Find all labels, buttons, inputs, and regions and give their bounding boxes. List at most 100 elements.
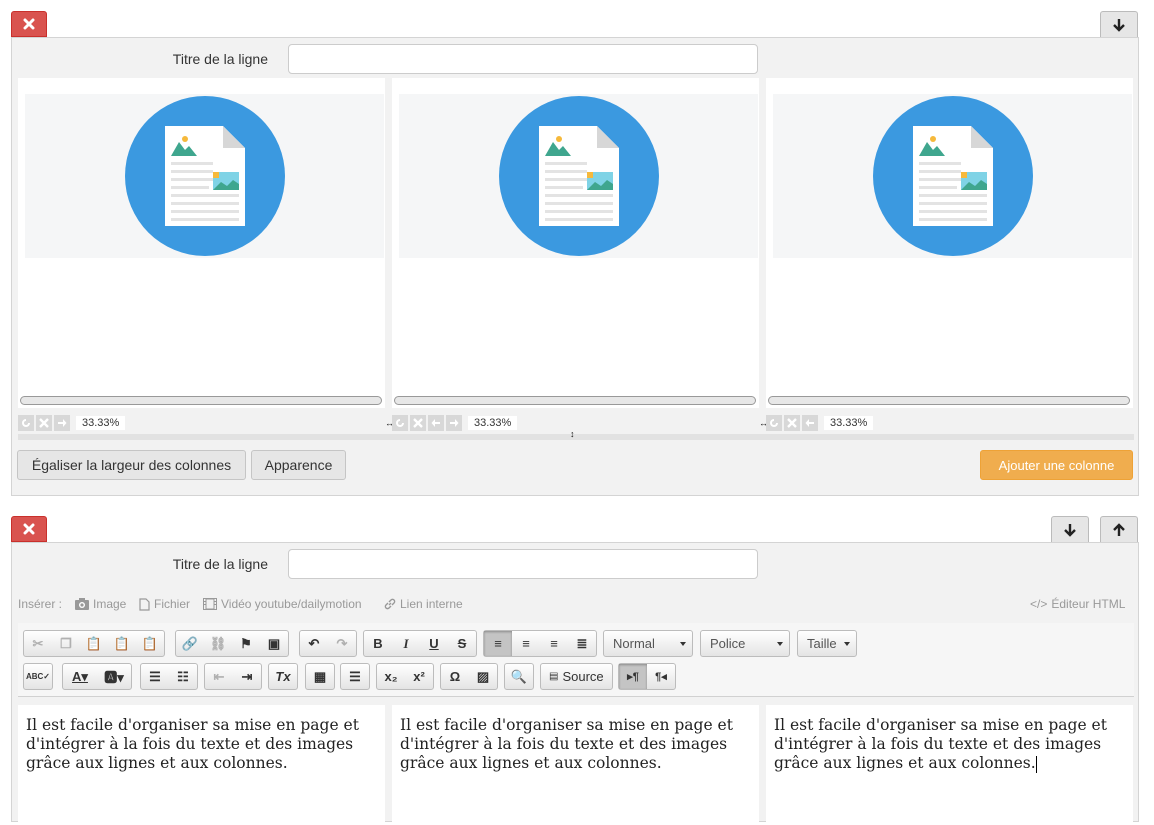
undo-icon[interactable]: ↶	[300, 631, 328, 656]
preview-icon[interactable]: 🔍	[505, 664, 533, 689]
row2-column-1[interactable]: Il est facile d'organiser sa mise en pag…	[18, 705, 385, 825]
anchor-flag-icon[interactable]: ⚑	[232, 631, 260, 656]
bold-icon[interactable]: B	[364, 631, 392, 656]
size-dropdown[interactable]: Taille	[797, 630, 857, 657]
size-value: Taille	[807, 636, 837, 651]
link-group: 🔗 ⛓ ⚑ ▣	[175, 630, 289, 657]
row1-column-3[interactable]	[766, 78, 1133, 408]
row1-column-2[interactable]	[392, 78, 759, 408]
numbered-list-icon[interactable]: ☷	[169, 664, 197, 689]
image-icon[interactable]: ▣	[260, 631, 288, 656]
column-text[interactable]: Il est facile d'organiser sa mise en pag…	[774, 716, 1107, 772]
column-text[interactable]: Il est facile d'organiser sa mise en pag…	[400, 716, 733, 772]
omega-icon[interactable]: Ω	[441, 664, 469, 689]
html-editor-link[interactable]: </> Éditeur HTML	[1030, 597, 1125, 611]
italic-icon[interactable]: I	[392, 631, 420, 656]
row2-move-down-button[interactable]	[1051, 516, 1089, 542]
insert-internal-link[interactable]: Lien interne	[384, 597, 463, 611]
align-center-icon[interactable]: ≡	[512, 631, 540, 656]
move-left-icon[interactable]	[428, 415, 444, 431]
strikethrough-icon[interactable]: S	[448, 631, 476, 656]
code-icon: </>	[1030, 597, 1048, 611]
insert-video-label: Vidéo youtube/dailymotion	[221, 597, 362, 611]
move-right-icon[interactable]	[446, 415, 462, 431]
insert-file-label: Fichier	[154, 597, 191, 611]
bulleted-list-icon[interactable]: ☰	[141, 664, 169, 689]
ltr-icon[interactable]: ▸¶	[619, 664, 647, 689]
paste-icon[interactable]: 📋	[80, 631, 108, 656]
remove-column-icon[interactable]	[36, 415, 52, 431]
chevron-down-icon	[777, 641, 783, 646]
source-button[interactable]: ▤ Source	[540, 663, 613, 690]
insert-file-link[interactable]: Fichier	[139, 597, 190, 611]
image-placeholder[interactable]	[399, 94, 758, 258]
column-scrollbar[interactable]	[394, 396, 756, 405]
justify-icon[interactable]: ≣	[568, 631, 596, 656]
column-scrollbar[interactable]	[20, 396, 382, 405]
font-value: Police	[710, 636, 746, 651]
align-left-icon[interactable]: ≡	[484, 631, 512, 656]
clear-format-group: Tx	[268, 663, 298, 690]
paste-word-icon[interactable]: 📋	[136, 631, 164, 656]
hr-group: ☰	[340, 663, 370, 690]
html-editor-label: Éditeur HTML	[1051, 597, 1126, 611]
row-resize-icon[interactable]: ↕	[570, 429, 575, 439]
align-right-icon[interactable]: ≡	[540, 631, 568, 656]
row2-column-3[interactable]: Il est facile d'organiser sa mise en pag…	[766, 705, 1133, 825]
rtl-icon[interactable]: ¶◂	[647, 664, 675, 689]
format-dropdown[interactable]: Normal	[603, 630, 693, 657]
outdent-icon[interactable]: ⇤	[205, 664, 233, 689]
horizontal-rule-icon[interactable]: ☰	[341, 664, 369, 689]
document-image-icon	[498, 96, 659, 256]
document-image-icon	[124, 96, 285, 256]
spellcheck-icon[interactable]: ABC✓	[24, 664, 52, 689]
remove-column-icon[interactable]	[784, 415, 800, 431]
indent-icon[interactable]: ⇥	[233, 664, 261, 689]
paste-text-icon[interactable]: 📋	[108, 631, 136, 656]
clear-format-icon[interactable]: Tx	[269, 664, 297, 689]
row1-title-input[interactable]	[288, 44, 758, 74]
image-placeholder[interactable]	[25, 94, 384, 258]
remove-column-icon[interactable]	[410, 415, 426, 431]
bg-color-icon[interactable]: 🅰▾	[97, 664, 131, 689]
column-text[interactable]: Il est facile d'organiser sa mise en pag…	[26, 716, 359, 772]
copy-icon[interactable]: ❐	[52, 631, 80, 656]
appearance-button[interactable]: Apparence	[251, 450, 346, 480]
reset-icon[interactable]	[766, 415, 782, 431]
reset-icon[interactable]	[392, 415, 408, 431]
row2-title-input[interactable]	[288, 549, 758, 579]
row1-delete-button[interactable]	[11, 11, 47, 37]
row1-block: Titre de la ligne 33.33% ↔ 33.33% ↔ 33.3…	[11, 37, 1139, 496]
direction-group: ▸¶ ¶◂	[618, 663, 676, 690]
font-dropdown[interactable]: Police	[700, 630, 790, 657]
cut-icon[interactable]: ✂	[24, 631, 52, 656]
row-height-handle[interactable]	[18, 434, 1134, 440]
insert-video-link[interactable]: Vidéo youtube/dailymotion	[203, 597, 362, 611]
row2-column-2[interactable]: Il est facile d'organiser sa mise en pag…	[392, 705, 759, 825]
row1-move-down-button[interactable]	[1100, 11, 1138, 37]
iframe-icon[interactable]: ▨	[469, 664, 497, 689]
color-group: A▾ 🅰▾	[62, 663, 132, 690]
superscript-icon[interactable]: x²	[405, 664, 433, 689]
column-scrollbar[interactable]	[768, 396, 1130, 405]
unlink-icon[interactable]: ⛓	[204, 631, 232, 656]
align-group: ≡ ≡ ≡ ≣	[483, 630, 597, 657]
equalize-columns-button[interactable]: Égaliser la largeur des colonnes	[17, 450, 246, 480]
redo-icon[interactable]: ↷	[328, 631, 356, 656]
reset-icon[interactable]	[18, 415, 34, 431]
row1-column-1[interactable]	[18, 78, 385, 408]
add-column-button[interactable]: Ajouter une colonne	[980, 450, 1133, 480]
image-placeholder[interactable]	[773, 94, 1132, 258]
insert-image-link[interactable]: Image	[75, 597, 126, 611]
table-icon[interactable]: ▦	[306, 664, 334, 689]
arrow-up-icon	[1113, 522, 1125, 536]
text-color-icon[interactable]: A▾	[63, 664, 97, 689]
subscript-icon[interactable]: x₂	[377, 664, 405, 689]
move-right-icon[interactable]	[54, 415, 70, 431]
row2-delete-button[interactable]	[11, 516, 47, 542]
underline-icon[interactable]: U	[420, 631, 448, 656]
style-group: B I U S	[363, 630, 477, 657]
row2-move-up-button[interactable]	[1100, 516, 1138, 542]
link-icon[interactable]: 🔗	[176, 631, 204, 656]
move-left-icon[interactable]	[802, 415, 818, 431]
